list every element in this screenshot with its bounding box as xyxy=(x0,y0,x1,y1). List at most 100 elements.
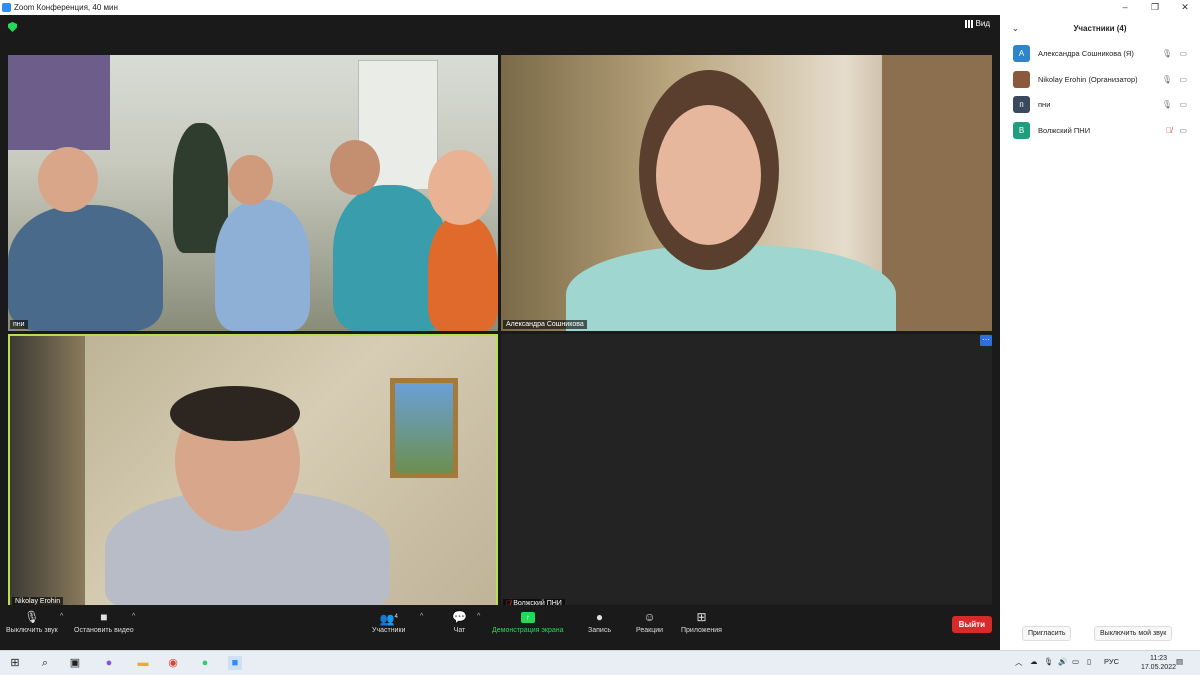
meeting-toolbar: 🎙 Выключить звук ^ ■ Остановить видео ^ … xyxy=(0,605,1000,650)
minimize-button[interactable]: – xyxy=(1110,2,1140,13)
tile-more-button[interactable]: ··· xyxy=(980,335,992,346)
chevron-down-icon[interactable]: ⌄ xyxy=(1012,24,1019,33)
share-label: Демонстрация экрана xyxy=(492,627,564,634)
mute-button[interactable]: 🎙 Выключить звук xyxy=(6,610,58,634)
apps-button[interactable]: ⊞ Приложения xyxy=(681,610,722,634)
person-figure xyxy=(8,205,163,331)
participant-row[interactable]: В Волжский ПНИ 🎙̸ ▭ xyxy=(1000,118,1200,144)
mic-icon[interactable]: 🎙 xyxy=(1162,100,1172,109)
file-explorer-icon[interactable]: ▬ xyxy=(136,656,150,670)
avatar: п xyxy=(1013,96,1030,114)
chat-caret[interactable]: ^ xyxy=(477,613,480,620)
video-options-caret[interactable]: ^ xyxy=(132,613,135,620)
chrome-icon[interactable]: ◉ xyxy=(166,656,180,670)
video-camera-icon: ■ xyxy=(100,610,108,624)
participant-name: Nikolay Erohin (Организатор) xyxy=(1038,74,1138,84)
zoom-taskbar-icon[interactable]: ■ xyxy=(228,656,242,670)
avatar: В xyxy=(1013,121,1030,139)
panel-header: ⌄ Участники (4) xyxy=(1000,15,1200,41)
video-tile-2[interactable]: Александра Сошникова xyxy=(501,55,992,331)
video-label: Остановить видео xyxy=(74,627,134,634)
windows-start-icon[interactable]: ⊞ xyxy=(8,656,22,670)
mute-label: Выключить звук xyxy=(6,627,58,634)
participant-name: Волжский ПНИ xyxy=(1038,125,1091,135)
mic-muted-icon[interactable]: 🎙̸ xyxy=(1166,126,1172,135)
mute-me-button[interactable]: Выключить мой звук xyxy=(1094,626,1173,641)
battery-icon[interactable]: ▯ xyxy=(1087,657,1091,666)
maximize-button[interactable]: ❐ xyxy=(1140,2,1170,13)
record-button[interactable]: ● Запись xyxy=(588,610,611,634)
network-icon[interactable]: ▭ xyxy=(1072,657,1079,666)
participant-row[interactable]: Nikolay Erohin (Организатор) 🎙 ▭ xyxy=(1000,67,1200,93)
assistant-icon[interactable]: ● xyxy=(102,656,116,670)
chat-button[interactable]: 💬 Чат xyxy=(452,610,467,634)
mic-icon[interactable]: 🎙 xyxy=(1044,657,1054,666)
security-shield-icon[interactable] xyxy=(8,22,17,32)
participant-name: Александра Сошникова (Я) xyxy=(1038,49,1134,59)
participants-button[interactable]: 👥4 Участники xyxy=(372,610,405,634)
person-head xyxy=(38,147,98,212)
search-icon[interactable]: ⌕ xyxy=(38,656,52,670)
meeting-area: Вид пни Александра Сошникова Nikolay Ero… xyxy=(0,15,1000,650)
whatsapp-icon[interactable]: ● xyxy=(198,656,212,670)
record-label: Запись xyxy=(588,627,611,634)
tray-chevron-icon[interactable]: ︿ xyxy=(1015,657,1023,668)
chat-label: Чат xyxy=(453,627,466,634)
task-view-icon[interactable]: ▣ xyxy=(68,656,82,670)
person-head xyxy=(228,155,273,205)
video-tile-1[interactable]: пни xyxy=(8,55,498,331)
video-camera-icon[interactable]: ▭ xyxy=(1179,126,1187,135)
person-figure xyxy=(215,200,310,331)
window-title: Zoom Конференция, 40 мин xyxy=(14,3,118,12)
notifications-icon[interactable]: ▤ xyxy=(1176,657,1183,666)
participant-name: пни xyxy=(1038,100,1051,110)
avatar-photo xyxy=(1013,70,1030,88)
close-button[interactable]: ✕ xyxy=(1170,2,1200,13)
participants-label: Участники xyxy=(372,627,406,634)
share-screen-button[interactable]: ↑ Демонстрация экрана xyxy=(492,610,564,634)
mic-icon[interactable]: 🎙 xyxy=(1162,75,1172,84)
tile-name: пни xyxy=(10,320,28,329)
participants-icon: 👥4 xyxy=(379,612,398,626)
language-indicator[interactable]: РУС xyxy=(1104,657,1119,666)
chat-icon: 💬 xyxy=(452,610,467,624)
stop-video-button[interactable]: ■ Остановить видео xyxy=(74,610,134,634)
invite-button[interactable]: Пригласить xyxy=(1022,626,1072,641)
share-arrow-icon: ↑ xyxy=(520,612,535,623)
mic-icon: 🎙 xyxy=(24,610,40,624)
participant-row[interactable]: п пни 🎙 ▭ xyxy=(1000,92,1200,118)
leave-button[interactable]: Выйти xyxy=(951,616,992,633)
onedrive-icon[interactable]: ☁ xyxy=(1030,657,1038,666)
view-label: Вид xyxy=(975,19,990,28)
window-controls: – ❐ ✕ xyxy=(1110,2,1200,13)
view-button[interactable]: Вид xyxy=(964,19,990,28)
title-bar: Zoom Конференция, 40 мин – ❐ ✕ xyxy=(0,0,1200,15)
person-hair xyxy=(170,386,300,441)
reactions-label: Реакции xyxy=(636,627,664,634)
video-camera-icon[interactable]: ▭ xyxy=(1179,75,1187,84)
clock-time: 11:23 xyxy=(1149,655,1167,662)
tile-name: Александра Сошникова xyxy=(503,320,587,329)
apps-icon: ⊞ xyxy=(696,610,707,624)
reactions-button[interactable]: ☺ Реакции xyxy=(636,610,663,634)
participants-caret[interactable]: ^ xyxy=(420,613,423,620)
wall-picture xyxy=(8,55,110,150)
grid-icon xyxy=(964,19,973,28)
framed-picture xyxy=(390,378,458,478)
record-icon: ● xyxy=(595,610,604,624)
clock[interactable]: 11:23 17.05.2022 xyxy=(1141,654,1176,672)
video-tile-4[interactable]: 🎙̸ Волжский ПНИ xyxy=(501,334,992,610)
mic-icon[interactable]: 🎙 xyxy=(1162,49,1172,58)
person-head xyxy=(330,140,380,195)
video-camera-icon[interactable]: ▭ xyxy=(1179,49,1187,58)
person-figure xyxy=(428,215,498,331)
video-camera-icon[interactable]: ▭ xyxy=(1179,100,1187,109)
video-tile-3-active-speaker[interactable]: Nikolay Erohin xyxy=(8,334,498,610)
clock-date: 17.05.2022 xyxy=(1140,664,1176,671)
apps-label: Приложения xyxy=(681,627,722,634)
torn-wall xyxy=(10,336,85,608)
windows-taskbar: ⊞ ⌕ ▣ ● ▬ ◉ ● ■ ︿ ☁ 🎙 🔊 ▭ ▯ РУС 11:23 17… xyxy=(0,650,1200,675)
volume-icon[interactable]: 🔊 xyxy=(1058,657,1067,666)
participant-row[interactable]: А Александра Сошникова (Я) 🎙 ▭ xyxy=(1000,41,1200,67)
audio-options-caret[interactable]: ^ xyxy=(60,613,63,620)
